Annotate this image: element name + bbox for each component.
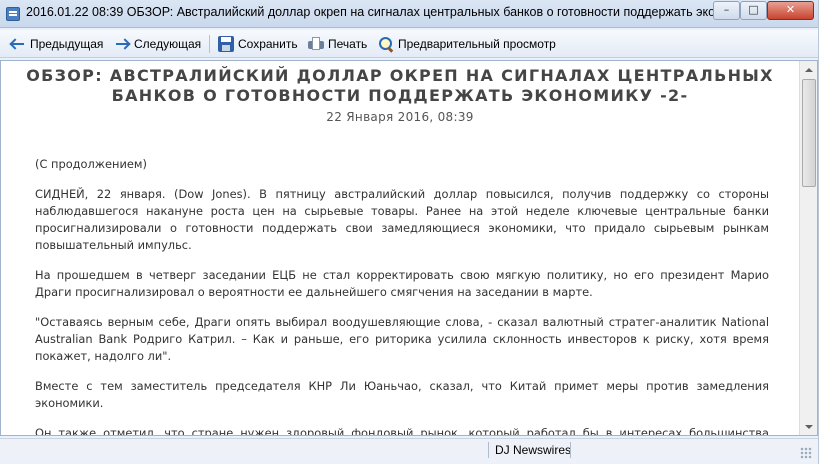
title-bar: 2016.01.22 08:39 ОБЗОР: Австралийский до…: [0, 0, 826, 28]
status-divider: [570, 442, 571, 458]
scroll-up-icon[interactable]: [800, 61, 817, 78]
article-scroll-area[interactable]: ОБЗОР: АВСТРАЛИЙСКИЙ ДОЛЛАР ОКРЕП НА СИГ…: [1, 61, 799, 435]
toolbar-separator: [209, 35, 210, 53]
printer-icon: [308, 36, 324, 52]
status-bar: DJ Newswires: [0, 438, 818, 462]
resize-grip-icon[interactable]: [800, 447, 812, 459]
arrow-left-icon: [10, 36, 26, 52]
minimize-button[interactable]: –: [713, 1, 740, 20]
article-body: (С продолжением) СИДНЕЙ, 22 января. (Dow…: [35, 156, 769, 435]
print-preview-icon: [378, 36, 394, 52]
article-headline: ОБЗОР: АВСТРАЛИЙСКИЙ ДОЛЛАР ОКРЕП НА СИГ…: [26, 66, 774, 105]
floppy-disk-icon: [218, 36, 234, 52]
status-divider: [488, 442, 489, 458]
background-window-edge: [818, 0, 826, 464]
article-paragraph: "Оставаясь верным себе, Драги опять выби…: [35, 315, 769, 363]
article-paragraph: На прошедшем в четверг заседании ЕЦБ не …: [35, 268, 769, 299]
next-button[interactable]: Следующая: [114, 34, 201, 54]
previous-label: Предыдущая: [30, 37, 104, 51]
vertical-scrollbar[interactable]: [799, 61, 817, 435]
scrollbar-thumb[interactable]: [802, 79, 816, 187]
scroll-down-icon[interactable]: [800, 418, 817, 435]
window-title: 2016.01.22 08:39 ОБЗОР: Австралийский до…: [26, 5, 716, 19]
article-date: 22 Января 2016, 08:39: [326, 110, 474, 124]
app-icon: [6, 7, 20, 21]
arrow-right-icon: [114, 36, 130, 52]
save-label: Сохранить: [238, 37, 298, 51]
status-source: DJ Newswires: [495, 443, 572, 457]
article-paragraph: Он также отметил, что стране нужен здоро…: [35, 426, 769, 435]
article-paragraph: СИДНЕЙ, 22 января. (Dow Jones). В пятниц…: [35, 187, 769, 252]
next-label: Следующая: [134, 37, 202, 51]
article-paragraph: Вместе с тем заместитель председателя КН…: [35, 379, 769, 410]
maximize-button[interactable]: □: [740, 1, 767, 20]
print-label: Печать: [328, 37, 368, 51]
print-button[interactable]: Печать: [308, 34, 367, 54]
toolbar: Предыдущая Следующая Сохранить Печать Пр…: [0, 30, 818, 58]
article-view[interactable]: ОБЗОР: АВСТРАЛИЙСКИЙ ДОЛЛАР ОКРЕП НА СИГ…: [0, 60, 818, 436]
save-button[interactable]: Сохранить: [218, 34, 298, 54]
article-paragraph: (С продолжением): [35, 157, 147, 171]
print-preview-button[interactable]: Предварительный просмотр: [378, 34, 556, 54]
print-preview-label: Предварительный просмотр: [398, 37, 556, 51]
close-button[interactable]: ✕: [767, 1, 814, 20]
previous-button[interactable]: Предыдущая: [10, 34, 103, 54]
